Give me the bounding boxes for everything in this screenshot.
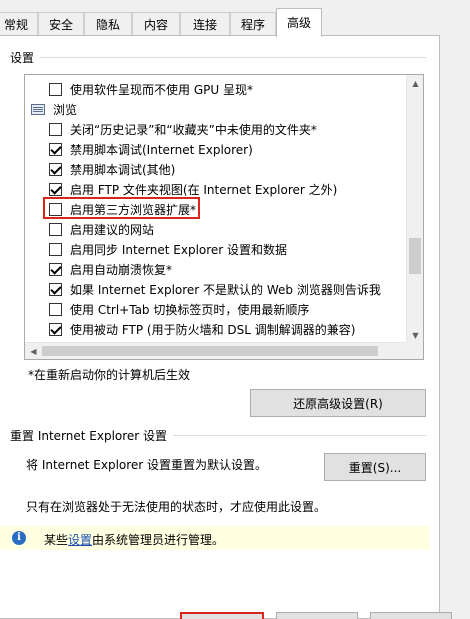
list-item[interactable]: 启用建议的网站 [49, 219, 154, 239]
checkbox[interactable] [49, 242, 62, 256]
reset-note: 只有在浏览器处于无法使用的状态时，才应使用此设置。 [26, 500, 327, 514]
info-icon: i [12, 531, 26, 545]
list-item-label: 启用同步 Internet Explorer 设置和数据 [70, 242, 288, 257]
list-item-label: 如果 Internet Explorer 不是默认的 Web 浏览器则告诉我 [70, 282, 381, 297]
tab-privacy[interactable]: 隐私 [84, 12, 132, 36]
list-item-label: 使用 Ctrl+Tab 切换标签页时，使用最新顺序 [70, 302, 310, 317]
info-bar: i 某些设置由系统管理员进行管理。 [0, 526, 430, 550]
horizontal-scroll-thumb[interactable] [42, 346, 378, 356]
list-item-label: 禁用脚本调试(其他) [70, 162, 176, 177]
list-item[interactable]: 如果 Internet Explorer 不是默认的 Web 浏览器则告诉我 [49, 279, 381, 299]
checkbox[interactable] [49, 122, 62, 136]
checkbox[interactable] [49, 202, 62, 216]
list-item-label: 启用建议的网站 [70, 222, 155, 237]
horizontal-scrollbar[interactable]: ◀ ▶ [25, 342, 423, 359]
list-item[interactable]: 启用自动崩溃恢复* [49, 259, 172, 279]
list-item[interactable]: 使用被动 FTP (用于防火墙和 DSL 调制解调器的兼容) [49, 319, 355, 339]
settings-group-label: 设置 [10, 49, 41, 66]
checkbox[interactable] [49, 262, 62, 276]
checkbox[interactable] [49, 182, 62, 196]
checkbox[interactable] [49, 142, 62, 156]
ok-button[interactable] [180, 612, 264, 619]
left-arrow-icon[interactable]: ◀ [25, 343, 42, 359]
restart-note: *在重新启动你的计算机后生效 [28, 368, 191, 382]
reset-group-label: 重置 Internet Explorer 设置 [10, 427, 174, 444]
info-prefix: 某些 [44, 533, 69, 547]
vertical-scroll-thumb[interactable] [409, 238, 421, 274]
info-message: 某些设置由系统管理员进行管理。 [44, 531, 224, 548]
advanced-settings-list[interactable]: 使用软件呈现而不使用 GPU 呈现* 浏览关闭“历史记录”和“收藏夹”中未使用的文… [24, 74, 424, 360]
scrollbar-corner [406, 342, 423, 359]
apply-button[interactable] [370, 612, 452, 619]
settings-link[interactable]: 设置 [68, 533, 92, 547]
checkbox[interactable] [49, 322, 62, 336]
list-item[interactable]: 禁用脚本调试(其他) [49, 159, 175, 179]
checkbox[interactable] [49, 162, 62, 176]
folder-list-icon [31, 103, 45, 115]
list-item-label: 启用自动崩溃恢复* [70, 262, 173, 277]
checkbox[interactable] [49, 82, 62, 96]
list-item[interactable]: 使用 Ctrl+Tab 切换标签页时，使用最新顺序 [49, 299, 309, 319]
tab-connections[interactable]: 连接 [180, 12, 230, 36]
cancel-button[interactable] [276, 612, 358, 619]
list-item[interactable]: 启用第三方浏览器扩展* [49, 199, 196, 219]
list-item-label: 启用第三方浏览器扩展* [70, 202, 197, 217]
vertical-scrollbar[interactable]: ▲ ▼ [406, 75, 423, 344]
list-item-label: 关闭“历史记录”和“收藏夹”中未使用的文件夹* [70, 122, 317, 137]
reset-description: 将 Internet Explorer 设置重置为默认设置。 [26, 458, 268, 472]
reset-button[interactable]: 重置(S)... [324, 453, 426, 481]
up-arrow-icon[interactable]: ▲ [407, 75, 423, 92]
tab-programs[interactable]: 程序 [230, 12, 276, 36]
list-item[interactable]: 禁用脚本调试(Internet Explorer) [49, 139, 253, 159]
list-item-label: 浏览 [53, 102, 78, 117]
list-item[interactable]: 启用 FTP 文件夹视图(在 Internet Explorer 之外) [49, 179, 337, 199]
list-item-label: 使用被动 FTP (用于防火墙和 DSL 调制解调器的兼容) [70, 322, 356, 337]
settings-group-line [10, 57, 426, 58]
list-item-label: 启用 FTP 文件夹视图(在 Internet Explorer 之外) [70, 182, 338, 197]
tab-content[interactable]: 内容 [132, 12, 180, 36]
list-category: 浏览 [31, 99, 77, 119]
checkbox[interactable] [49, 222, 62, 236]
checkbox[interactable] [49, 302, 62, 316]
list-item[interactable]: 使用软件呈现而不使用 GPU 呈现* [49, 79, 253, 99]
restore-advanced-settings-button[interactable]: 还原高级设置(R) [250, 389, 426, 417]
info-suffix: 由系统管理员进行管理。 [92, 533, 225, 547]
list-item-label: 使用软件呈现而不使用 GPU 呈现* [70, 82, 253, 97]
tab-general[interactable]: 常规 [0, 12, 38, 36]
list-item[interactable]: 启用同步 Internet Explorer 设置和数据 [49, 239, 287, 259]
tab-bar: 常规 安全 隐私 内容 连接 程序 高级 [0, 8, 470, 37]
tab-security[interactable]: 安全 [38, 12, 84, 36]
tab-advanced[interactable]: 高级 [276, 8, 322, 37]
list-item-label: 禁用脚本调试(Internet Explorer) [70, 142, 253, 157]
checkbox[interactable] [49, 282, 62, 296]
list-item[interactable]: 关闭“历史记录”和“收藏夹”中未使用的文件夹* [49, 119, 317, 139]
